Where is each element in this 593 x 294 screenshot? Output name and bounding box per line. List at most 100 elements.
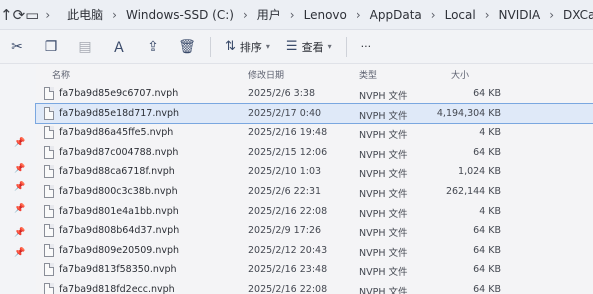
pin-icon[interactable]: 📌 (14, 164, 25, 174)
pin-icon[interactable]: 📌 (14, 138, 25, 148)
file-date: 2025/2/16 22:08 (248, 205, 328, 217)
column-size[interactable]: 大小 (451, 68, 469, 81)
sort-label: 排序 (239, 40, 262, 54)
file-icon (44, 165, 54, 179)
column-type[interactable]: 类型 (359, 68, 377, 81)
file-row[interactable]: fa7ba9d85e9c6707.nvph 2025/2/6 3:38 NVPH… (36, 84, 593, 104)
command-bar: ✂ ❐ ▤ Ａ ⇪ 🗑 ⇅ 排序 ▾ ☰ 查看 ▾ ··· (0, 30, 593, 64)
file-date: 2025/2/15 12:06 (248, 146, 328, 158)
copy-icon[interactable]: ❐ (34, 32, 68, 62)
file-row-selected[interactable]: fa7ba9d85e18d717.nvph 2025/2/17 0:40 NVP… (35, 102, 593, 125)
file-type: NVPH 文件 (359, 169, 408, 181)
file-icon (44, 87, 54, 100)
chevron-right-icon: › (112, 7, 117, 22)
column-header: 名称 修改日期 类型 大小 (36, 64, 593, 84)
file-icon (44, 224, 54, 238)
file-icon (44, 263, 54, 277)
file-row[interactable]: fa7ba9d86a45ffe5.nvph 2025/2/16 19:48 NV… (36, 123, 593, 143)
file-size: 64 KB (473, 244, 501, 256)
file-name: fa7ba9d813f58350.nvph (59, 264, 177, 276)
breadcrumb: 此电脑 › Windows-SSD (C:) › 用户 › Lenovo › A… (64, 6, 593, 23)
breadcrumb-appdata[interactable]: AppData (367, 8, 425, 22)
delete-icon[interactable]: 🗑 (170, 32, 204, 62)
refresh-icon[interactable]: ⟳ (13, 2, 26, 28)
file-row[interactable]: fa7ba9d808b64d37.nvph 2025/2/9 17:26 NVP… (36, 221, 593, 241)
chevron-right-icon: › (549, 7, 555, 22)
file-name: fa7ba9d800c3c38b.nvph (59, 185, 178, 197)
file-size: 64 KB (473, 283, 501, 294)
file-icon (44, 282, 54, 294)
rename-icon[interactable]: Ａ (102, 32, 136, 62)
sort-icon: ⇅ (225, 39, 236, 54)
paste-icon[interactable]: ▤ (68, 32, 102, 62)
file-type: NVPH 文件 (359, 130, 408, 142)
file-type: NVPH 文件 (359, 228, 408, 240)
chevron-down-icon: ▾ (327, 42, 332, 51)
pin-icon[interactable]: 📌 (14, 248, 25, 258)
breadcrumb-drive[interactable]: Windows-SSD (C:) (123, 8, 237, 22)
file-size: 262,144 KB (445, 185, 501, 197)
column-name[interactable]: 名称 (52, 68, 70, 81)
file-date: 2025/2/16 19:48 (248, 127, 328, 139)
file-date: 2025/2/16 22:08 (248, 283, 328, 294)
share-icon[interactable]: ⇪ (136, 32, 170, 62)
address-bar: ↑ ⟳ ▭ › 此电脑 › Windows-SSD (C:) › 用户 › Le… (0, 0, 593, 30)
file-date: 2025/2/17 0:40 (248, 107, 322, 119)
file-type: NVPH 文件 (359, 247, 408, 259)
file-row[interactable]: fa7ba9d818fd2ecc.nvph 2025/2/16 22:08 NV… (36, 280, 593, 294)
file-name: fa7ba9d86a45ffe5.nvph (59, 127, 174, 139)
breadcrumb-user[interactable]: Lenovo (301, 8, 350, 22)
breadcrumb-local[interactable]: Local (442, 8, 479, 22)
navigation-pane: 📌 📌 📌 📌 📌 📌 (0, 64, 36, 294)
cut-icon[interactable]: ✂ (0, 32, 34, 62)
file-row[interactable]: fa7ba9d88ca6718f.nvph 2025/2/10 1:03 NVP… (36, 162, 593, 182)
file-name: fa7ba9d87c004788.nvph (59, 146, 179, 158)
breadcrumb-this-pc[interactable]: 此电脑 (64, 6, 106, 23)
file-icon (44, 126, 54, 140)
toolbar-divider (345, 36, 347, 57)
file-icon (44, 106, 54, 120)
file-size: 4,194,304 KB (436, 107, 501, 119)
up-arrow-icon[interactable]: ↑ (0, 2, 13, 28)
chevron-down-icon: ▾ (265, 42, 270, 51)
computer-icon[interactable]: ▭ (25, 2, 39, 28)
view-icon: ☰ (285, 39, 298, 54)
sort-button[interactable]: ⇅ 排序 ▾ (217, 39, 278, 55)
file-row[interactable]: fa7ba9d813f58350.nvph 2025/2/16 23:48 NV… (36, 260, 593, 280)
column-date[interactable]: 修改日期 (248, 68, 284, 81)
file-name: fa7ba9d808b64d37.nvph (59, 225, 180, 237)
chevron-right-icon: › (289, 7, 295, 22)
breadcrumb-dxcache[interactable]: DXCache (560, 8, 593, 22)
pin-icon[interactable]: 📌 (14, 228, 25, 238)
pin-icon[interactable]: 📌 (14, 182, 25, 192)
breadcrumb-nvidia[interactable]: NVIDIA (496, 8, 544, 22)
file-size: 64 KB (473, 225, 501, 237)
file-name: fa7ba9d88ca6718f.nvph (59, 166, 175, 178)
file-row[interactable]: fa7ba9d800c3c38b.nvph 2025/2/6 22:31 NVP… (36, 182, 593, 202)
file-size: 64 KB (473, 88, 501, 99)
file-name: fa7ba9d85e18d717.nvph (59, 107, 180, 119)
file-size: 64 KB (473, 264, 501, 276)
file-type: NVPH 文件 (359, 110, 408, 122)
file-name: fa7ba9d809e20509.nvph (59, 244, 180, 256)
file-type: NVPH 文件 (359, 91, 408, 102)
pin-icon[interactable]: 📌 (14, 204, 25, 214)
file-row[interactable]: fa7ba9d809e20509.nvph 2025/2/12 20:43 NV… (36, 241, 593, 261)
file-size: 64 KB (473, 146, 501, 158)
file-date: 2025/2/12 20:43 (248, 244, 328, 256)
file-row[interactable]: fa7ba9d801e4a1bb.nvph 2025/2/16 22:08 NV… (36, 202, 593, 222)
view-button[interactable]: ☰ 查看 ▾ (278, 39, 340, 55)
chevron-right-icon: › (484, 7, 490, 22)
chevron-right-icon: › (355, 7, 361, 22)
file-type: NVPH 文件 (359, 267, 408, 279)
more-options-button[interactable]: ··· (353, 40, 380, 53)
breadcrumb-users[interactable]: 用户 (254, 6, 284, 23)
file-row[interactable]: fa7ba9d87c004788.nvph 2025/2/15 12:06 NV… (36, 143, 593, 163)
toolbar-divider (210, 36, 211, 57)
chevron-right-icon: › (45, 7, 51, 22)
file-list: fa7ba9d85e9c6707.nvph 2025/2/6 3:38 NVPH… (35, 84, 593, 294)
file-date: 2025/2/10 1:03 (248, 166, 322, 178)
chevron-right-icon: › (242, 7, 248, 22)
file-icon (44, 204, 54, 218)
file-icon (44, 243, 54, 257)
